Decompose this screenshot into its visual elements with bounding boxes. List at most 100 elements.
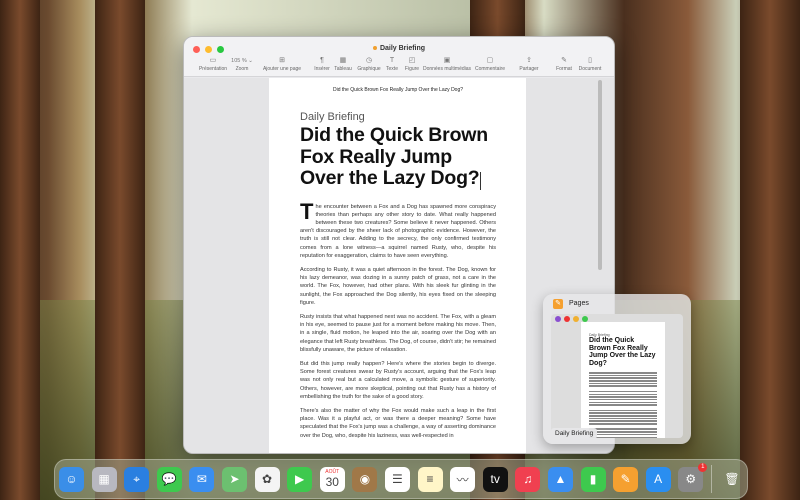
toolbar-label: Tableau — [334, 66, 352, 72]
app-glyph: ☰ — [392, 472, 403, 486]
toolbar-label: Ajouter une page — [262, 66, 302, 72]
toolbar-ajouter-une-page-button[interactable]: ⊞ Ajouter une page — [263, 56, 301, 72]
edited-dot-icon — [372, 46, 377, 51]
page-header[interactable]: Did the Quick Brown Fox Really Jump Over… — [300, 87, 496, 93]
toolbar-graphique-button[interactable]: ◷ Graphique — [357, 56, 380, 72]
app-glyph: ☺ — [65, 472, 78, 486]
mini-window-preview[interactable]: Daily Briefing Did the Quick Brown Fox R… — [551, 314, 683, 438]
paragraph-text: he encounter between a Fox and a Dog has… — [300, 203, 496, 259]
mini-page: Daily Briefing Did the Quick Brown Fox R… — [581, 322, 665, 438]
toolbar-commentaire-button[interactable]: ▢ Commentaire — [475, 56, 505, 72]
toolbar-label: Format — [556, 66, 572, 72]
toolbar-figure-button[interactable]: ◰ Figure — [405, 56, 419, 72]
app-glyph: A — [654, 472, 663, 486]
dock-trash-icon[interactable]: 🗑 — [719, 467, 744, 492]
dock-safari-icon[interactable]: ⌖ — [124, 466, 150, 492]
mini-line — [589, 372, 657, 374]
toolbar-document-button[interactable]: ▯ Document — [579, 56, 602, 72]
wallpaper-tree — [0, 0, 40, 500]
stage-window-label: Daily Briefing — [551, 428, 598, 439]
toolbar-label: Partager — [519, 66, 539, 72]
paragraph[interactable]: Rusty insists that what happened next wa… — [300, 313, 496, 354]
text-cursor — [479, 171, 481, 190]
kicker[interactable]: Daily Briefing — [300, 111, 496, 123]
dock-system-settings-icon[interactable]: ⚙ 1 — [678, 462, 708, 492]
mini-line — [589, 420, 657, 422]
mini-line — [589, 377, 657, 379]
mini-line — [589, 393, 657, 395]
mini-line — [589, 385, 657, 387]
app-glyph: 💬 — [161, 472, 177, 486]
mini-line — [589, 382, 657, 385]
document-page[interactable]: Did the Quick Brown Fox Really Jump Over… — [269, 78, 526, 453]
toolbar-label: Insérer — [314, 66, 330, 72]
mini-line — [589, 433, 657, 436]
mini-line — [589, 415, 657, 417]
dock-pages-icon[interactable]: ✎ — [613, 466, 639, 492]
wallpaper-tree — [95, 0, 145, 500]
toolbar-présentation-button[interactable]: ▭ Présentation — [199, 56, 227, 72]
titlebar: Daily Briefing ▭ Présentation 105 % ⌄ Zoom ⊞… — [184, 37, 614, 77]
app-glyph: ➤ — [229, 472, 240, 486]
dock-facetime-icon[interactable]: ▶ — [287, 466, 313, 492]
dock-separator — [710, 465, 712, 493]
dock-calendar-icon[interactable]: AOÛT 30 — [319, 466, 345, 492]
dock-maps-icon[interactable]: ➤ — [221, 466, 247, 492]
toolbar-insérer-button[interactable]: ¶ Insérer — [314, 56, 330, 72]
toolbar-texte-button[interactable]: T Texte — [386, 56, 398, 72]
mini-line — [589, 417, 657, 420]
dock-reminders-icon[interactable]: ☰ — [384, 466, 410, 492]
app-glyph: ⚙ — [685, 472, 697, 486]
window-title-text: Daily Briefing — [379, 45, 426, 52]
dock-freeform-icon[interactable]: 〰 — [450, 466, 476, 492]
app-glyph: ◉ — [359, 472, 371, 486]
mini-line — [589, 426, 657, 428]
dock-music-icon[interactable]: ♫ — [515, 466, 541, 492]
mini-line — [589, 412, 657, 414]
dock-contacts-icon[interactable]: ◉ — [352, 466, 378, 492]
toolbar-partager-button[interactable]: ⇪ Partager — [519, 56, 538, 72]
sidebar-icon: ▭ — [209, 57, 217, 64]
dock-keynote-icon[interactable]: ▲ — [547, 466, 573, 492]
dock-launchpad-icon[interactable]: ▦ — [91, 466, 117, 492]
dock-messages-icon[interactable]: 💬 — [156, 466, 182, 492]
dock-finder-icon[interactable]: ☺ — [59, 466, 84, 492]
mini-title: Did the Quick Brown Fox Really Jump Over… — [589, 337, 656, 367]
stage-app-name: Pages — [569, 300, 589, 307]
drop-cap: T — [300, 198, 314, 224]
toolbar-label: Figure — [404, 66, 420, 72]
dock-app-store-icon[interactable]: A — [645, 466, 671, 492]
stage-manager-thumbnail[interactable]: ✎ Pages Daily Briefing Did the Quick Bro… — [543, 294, 691, 444]
article-body[interactable]: The encounter between a Fox and a Dog ha… — [300, 198, 496, 440]
paragraph[interactable]: There's also the matter of why the Fox w… — [300, 407, 496, 440]
toolbar-format-button[interactable]: ✎ Format — [556, 56, 572, 72]
paragraph-text: According to Rusty, it was a quiet after… — [300, 266, 496, 306]
app-glyph: 30 — [325, 475, 339, 489]
app-glyph: ▲ — [554, 472, 567, 486]
vertical-scrollbar[interactable] — [598, 80, 602, 270]
mini-line — [589, 407, 657, 409]
toolbar-données-multimédias-button[interactable]: ▣ Données multimédias — [423, 56, 471, 72]
dock-apple-tv-icon[interactable]: tv — [482, 466, 508, 492]
toolbar-label: Document — [578, 66, 602, 72]
pages-app-icon: ✎ — [553, 299, 563, 309]
dock: ☺ ▦ ⌖ 💬 ✉ ➤ ✿ ▶ AOÛT 30 ◉ ☰ ≡ 〰 tv ♫ ▲ ▮ ✎ A ⚙ 1 🗑 — [54, 459, 748, 499]
app-glyph: ⌖ — [133, 471, 141, 486]
toolbar-label: Présentation — [198, 66, 228, 72]
mini-line — [589, 431, 657, 433]
paragraph[interactable]: The encounter between a Fox and a Dog ha… — [300, 198, 496, 260]
paragraph[interactable]: According to Rusty, it was a quiet after… — [300, 266, 496, 307]
dock-mail-icon[interactable]: ✉ — [189, 466, 215, 492]
mini-dot-icon — [555, 316, 561, 322]
toolbar-zoom-button[interactable]: 105 % ⌄ Zoom — [231, 56, 253, 72]
dock-notes-icon[interactable]: ≡ — [417, 466, 443, 492]
comment-icon: ▢ — [486, 57, 494, 64]
app-glyph: tv — [490, 472, 500, 486]
toolbar-tableau-button[interactable]: ▦ Tableau — [334, 56, 352, 72]
paragraph[interactable]: But did this jump really happen? Here's … — [300, 360, 496, 401]
mini-dot-icon — [582, 316, 588, 322]
headline[interactable]: Did the Quick Brown Fox Really Jump Over… — [300, 124, 496, 190]
dock-numbers-icon[interactable]: ▮ — [580, 466, 606, 492]
dock-photos-icon[interactable]: ✿ — [254, 466, 280, 492]
chart-icon: ◷ — [365, 57, 373, 64]
